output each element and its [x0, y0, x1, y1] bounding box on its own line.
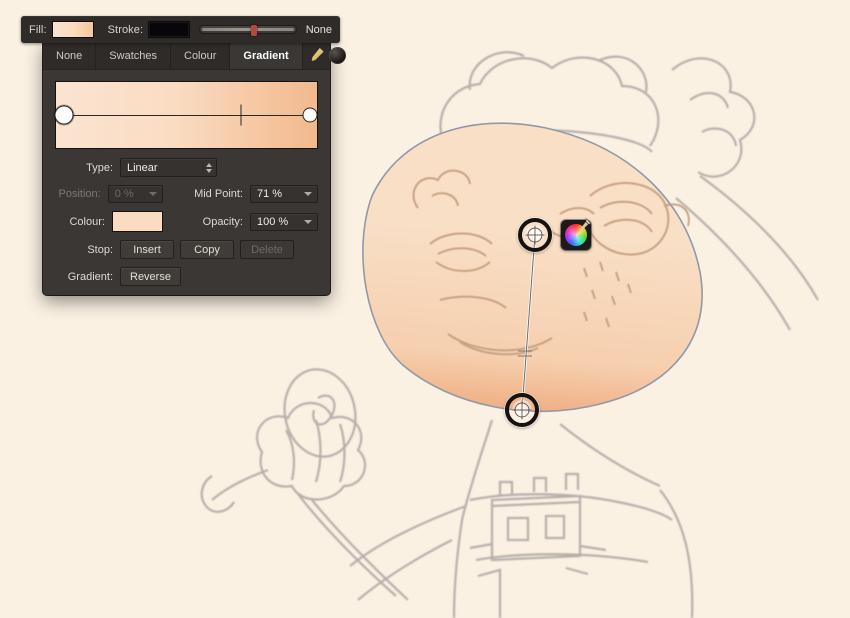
- mid-point-group: Mid Point: 71 %: [185, 185, 318, 203]
- tab-none[interactable]: None: [43, 42, 97, 69]
- stroke-label: Stroke:: [107, 23, 144, 36]
- row-stop: Stop: Insert Copy Delete: [55, 240, 318, 259]
- stop-insert-button[interactable]: Insert: [120, 240, 174, 259]
- stop-buttons: Insert Copy Delete: [120, 240, 294, 259]
- gradient-preview-wrapper: [43, 70, 330, 154]
- eyedropper-icon[interactable]: [309, 47, 326, 64]
- gradient-reverse-button[interactable]: Reverse: [120, 267, 181, 286]
- mid-point-value: 71 %: [257, 188, 283, 200]
- opacity-label: Opacity:: [202, 215, 243, 228]
- slider-track: [202, 28, 294, 31]
- colour-swatch[interactable]: [111, 211, 163, 232]
- gradient-stop-end[interactable]: [302, 107, 318, 123]
- stroke-color-swatch[interactable]: [148, 21, 191, 38]
- opacity-value: 100 %: [257, 215, 289, 228]
- tab-colour[interactable]: Colour: [171, 42, 231, 69]
- gradient-start-handle[interactable]: [518, 218, 552, 252]
- stop-copy-button[interactable]: Copy: [180, 240, 234, 259]
- opacity-input[interactable]: 100 %: [250, 212, 318, 231]
- gradient-mid-point-marker[interactable]: [240, 104, 242, 126]
- panel-tools: [303, 42, 352, 69]
- ink-dot-icon[interactable]: [328, 47, 346, 64]
- gradient-stop-start[interactable]: [54, 105, 74, 125]
- stepper-arrows-icon[interactable]: [206, 162, 212, 173]
- panel-tabbar: None Swatches Colour Gradient: [43, 42, 346, 70]
- gradient-preview[interactable]: [54, 81, 318, 149]
- gradient-label: Gradient:: [67, 270, 113, 283]
- position-label: Position:: [58, 188, 101, 200]
- chevron-down-icon: [304, 192, 312, 196]
- slider-knob[interactable]: [250, 25, 257, 36]
- color-wheel-button[interactable]: [561, 219, 591, 250]
- tab-swatches[interactable]: Swatches: [96, 42, 171, 69]
- colour-label: Colour:: [69, 215, 105, 228]
- type-label: Type:: [86, 161, 113, 174]
- gradient-panel: None Swatches Colour Gradient Type: Line…: [43, 42, 346, 295]
- gradient-rail: [56, 115, 317, 116]
- chevron-down-icon: [304, 219, 312, 224]
- handle-crosshair-icon: [525, 225, 545, 245]
- stroke-width-slider[interactable]: [199, 25, 297, 36]
- row-type: Type: Linear: [55, 158, 318, 177]
- fill-color-swatch[interactable]: [51, 21, 94, 38]
- fill-label: Fill:: [29, 23, 47, 36]
- position-input[interactable]: 0 %: [107, 185, 163, 203]
- gradient-buttons: Reverse: [120, 267, 181, 286]
- stop-label: Stop:: [87, 243, 113, 256]
- chevron-down-icon: [149, 192, 157, 196]
- gradient-form: Type: Linear Position: 0 % Mid Point: 71…: [43, 154, 330, 286]
- type-select[interactable]: Linear: [120, 158, 217, 177]
- row-colour: Colour: Opacity: 100 %: [55, 211, 318, 232]
- stop-delete-button: Delete: [240, 240, 294, 259]
- type-value: Linear: [127, 161, 158, 174]
- position-value: 0 %: [114, 188, 134, 200]
- gradient-end-handle[interactable]: [505, 393, 539, 427]
- stroke-width-value: None: [305, 23, 332, 36]
- mid-point-input[interactable]: 71 %: [250, 185, 318, 203]
- eyedropper-icon: [579, 219, 591, 232]
- tab-gradient[interactable]: Gradient: [230, 42, 303, 69]
- handle-crosshair-icon: [512, 400, 532, 420]
- row-position: Position: 0 % Mid Point: 71 %: [55, 185, 318, 203]
- fill-stroke-toolbar: Fill: Stroke: None: [21, 16, 340, 43]
- row-gradient: Gradient: Reverse: [55, 267, 318, 286]
- opacity-group: Opacity: 100 %: [185, 212, 318, 231]
- eyedropper-body: [311, 48, 324, 61]
- mid-point-label: Mid Point:: [194, 188, 243, 200]
